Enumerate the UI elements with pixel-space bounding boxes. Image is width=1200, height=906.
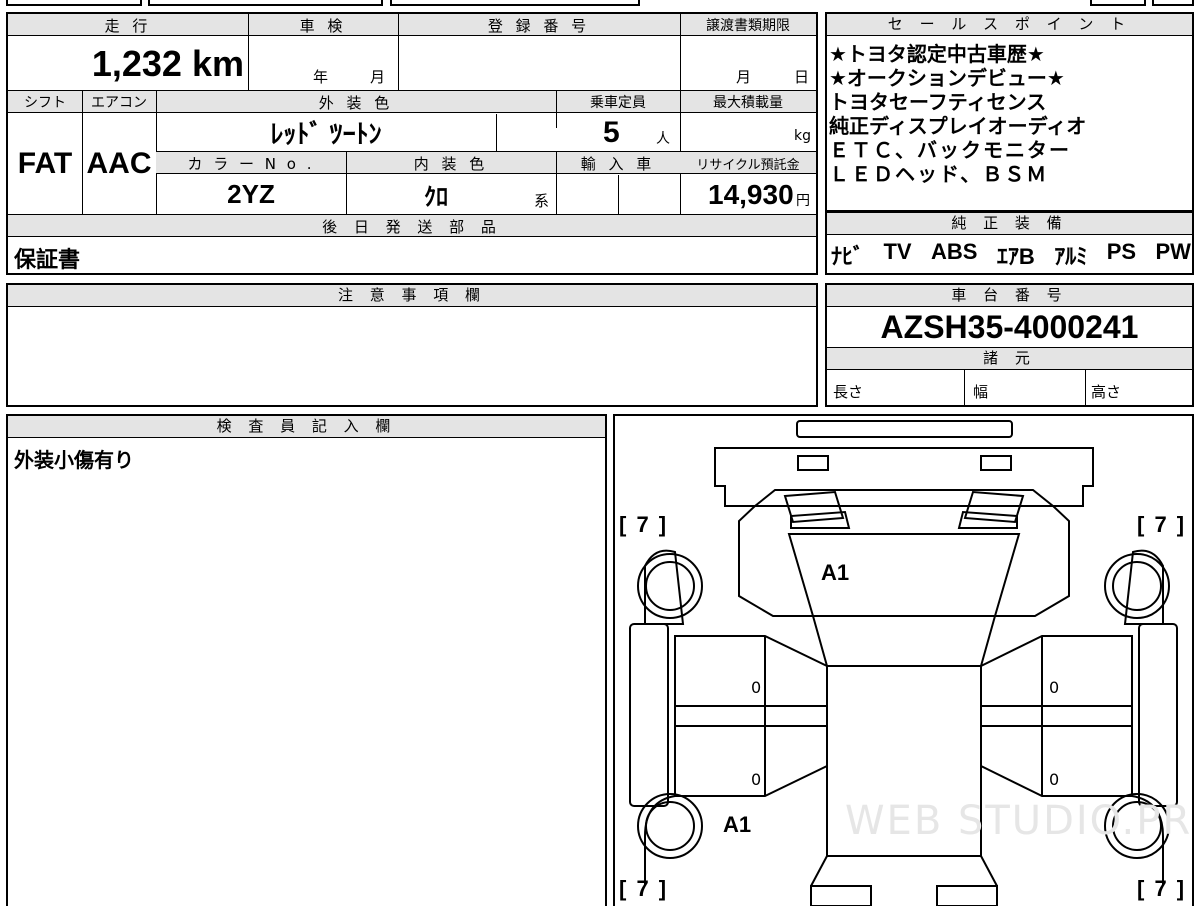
equipment-item: ｱﾙﾐ	[1054, 244, 1088, 269]
door-rl-value: 0	[751, 770, 762, 789]
exterior-color-value: ﾚｯﾄﾞ ﾂｰﾄﾝ	[270, 119, 382, 149]
inspection-label: 車 検	[299, 16, 347, 35]
equipment-item: ﾅﾋﾞ	[831, 244, 865, 269]
tire-tread-front-right: [ 7 ]	[1137, 512, 1187, 537]
interior-color-value: ｸﾛ	[424, 184, 448, 211]
equipment-list: ﾅﾋﾞ TV ABS ｴｱB ｱﾙﾐ PS PW	[831, 239, 1191, 271]
sales-points-header: セ ー ル ス ポ イ ン ト	[827, 14, 1192, 36]
length-label: 長さ	[833, 383, 864, 401]
rear-wheel-left	[637, 793, 703, 859]
door-fr-value: 0	[1049, 678, 1060, 697]
ac-value: AAC	[86, 147, 152, 180]
equipment-item: ABS	[931, 239, 978, 264]
chassis-panel: 車 台 番 号 AZSH35-4000241 諸 元 長さ 幅 高さ	[825, 283, 1194, 407]
recycle-value: 14,930	[708, 179, 794, 210]
import-label: 輸 入 車	[580, 154, 656, 173]
pillar-left	[674, 705, 828, 727]
rear-fender-left	[644, 795, 676, 886]
front-light-left	[797, 455, 829, 471]
damage-mark-windshield: A1	[821, 560, 850, 585]
front-wheel-right-inner	[1112, 561, 1162, 611]
mileage-label: 走 行	[104, 16, 152, 35]
specs-header: 諸 元	[827, 348, 1192, 370]
rear-wheel-left-inner	[645, 801, 695, 851]
capacity-label: 乗車定員	[590, 95, 646, 111]
inspector-header: 検 査 員 記 入 欄	[8, 416, 605, 438]
inspector-text: 外装小傷有り	[14, 448, 134, 472]
side-skirt-right	[1138, 623, 1178, 807]
tire-tread-rear-left: [ 7 ]	[619, 876, 669, 901]
height-label: 高さ	[1091, 383, 1122, 401]
transfer-month: 月	[736, 68, 752, 86]
front-bumper	[796, 420, 1013, 438]
inspection-month: 月	[370, 68, 386, 86]
front-wheel-left	[637, 553, 703, 619]
pillar-right	[980, 705, 1133, 727]
mileage-unit: km	[191, 43, 244, 84]
vehicle-info-table: 走 行 車 検 登 録 番 号 譲渡書類期限 1,232 km 年 月 月 日 …	[6, 12, 818, 275]
color-no-label: カ ラ ー N o .	[187, 154, 315, 173]
front-wheel-left-inner	[645, 561, 695, 611]
capacity-unit: 人	[656, 131, 670, 147]
watermark: WEB STUDIO.PRO	[845, 798, 1194, 844]
notes-header: 注 意 事 項 欄	[8, 285, 816, 307]
sales-point-line: ★オークションデビュー★	[829, 66, 1065, 90]
sales-point-line: 純正ディスプレイオーディオ	[829, 114, 1087, 138]
front-fascia	[714, 447, 1094, 507]
interior-color-suffix: 系	[534, 192, 550, 210]
later-parts-value: 保証書	[14, 248, 81, 273]
mileage-value: 1,232	[91, 43, 182, 84]
front-wheel-right	[1104, 553, 1170, 619]
inspection-year: 年	[313, 68, 329, 86]
sales-point-line: ★トヨタ認定中古車歴★	[829, 42, 1045, 66]
door-fl-value: 0	[751, 678, 762, 697]
registration-label: 登 録 番 号	[487, 16, 591, 35]
chassis-header: 車 台 番 号	[827, 285, 1192, 307]
top-strip	[6, 0, 1194, 7]
max-load-unit: kg	[794, 128, 811, 144]
equipment-header: 純 正 装 備	[827, 213, 1192, 235]
shift-label: シフト	[24, 95, 66, 111]
capacity-value: 5	[603, 116, 620, 149]
front-light-right	[980, 455, 1012, 471]
chassis-number: AZSH35-4000241	[880, 308, 1139, 345]
car-condition-diagram: [ 7 ] [ 7 ] [ 7 ] [ 7 ] A1 A1 0 0 0 0 WE…	[613, 414, 1194, 906]
recycle-label: リサイクル預託金	[696, 157, 800, 173]
transfer-deadline-label: 譲渡書類期限	[706, 18, 790, 34]
rear-light-right	[936, 885, 998, 906]
side-skirt-left	[629, 623, 669, 807]
interior-color-label: 内 装 色	[413, 154, 489, 173]
ac-label: エアコン	[91, 95, 147, 111]
door-rr-value: 0	[1049, 770, 1060, 789]
sales-points-panel: セ ー ル ス ポ イ ン ト ★トヨタ認定中古車歴★ ★オークションデビュー★…	[825, 12, 1194, 212]
inspector-panel: 検 査 員 記 入 欄 外装小傷有り	[6, 414, 607, 906]
width-label: 幅	[973, 383, 989, 401]
exterior-color-label: 外 装 色	[318, 93, 394, 112]
equipment-item: PW	[1155, 239, 1191, 264]
rear-window	[810, 855, 998, 887]
rear-light-left	[810, 885, 872, 906]
tire-tread-rear-right: [ 7 ]	[1137, 876, 1187, 901]
tire-tread-front-left: [ 7 ]	[619, 512, 669, 537]
equipment-item: TV	[883, 239, 912, 264]
transfer-day: 日	[794, 68, 810, 86]
sales-point-line: ＥＴＣ、バックモニター	[829, 138, 1071, 162]
cabin-front	[812, 615, 996, 667]
sales-points-list: ★トヨタ認定中古車歴★ ★オークションデビュー★ トヨタセーフティセンス 純正デ…	[829, 42, 1086, 186]
notes-panel: 注 意 事 項 欄	[6, 283, 818, 407]
equipment-panel: 純 正 装 備 ﾅﾋﾞ TV ABS ｴｱB ｱﾙﾐ PS PW	[825, 212, 1194, 275]
damage-mark-rear-left: A1	[723, 812, 752, 837]
later-parts-label: 後 日 発 送 部 品	[322, 217, 502, 236]
shift-value: FAT	[17, 147, 73, 180]
max-load-label: 最大積載量	[713, 95, 783, 111]
color-no-value: 2YZ	[227, 179, 275, 209]
sales-point-line: ＬＥＤヘッド、ＢＳＭ	[829, 162, 1049, 186]
recycle-unit: 円	[796, 193, 810, 209]
equipment-item: ｴｱB	[996, 244, 1035, 269]
equipment-item: PS	[1106, 239, 1137, 264]
sales-point-line: トヨタセーフティセンス	[829, 90, 1047, 114]
